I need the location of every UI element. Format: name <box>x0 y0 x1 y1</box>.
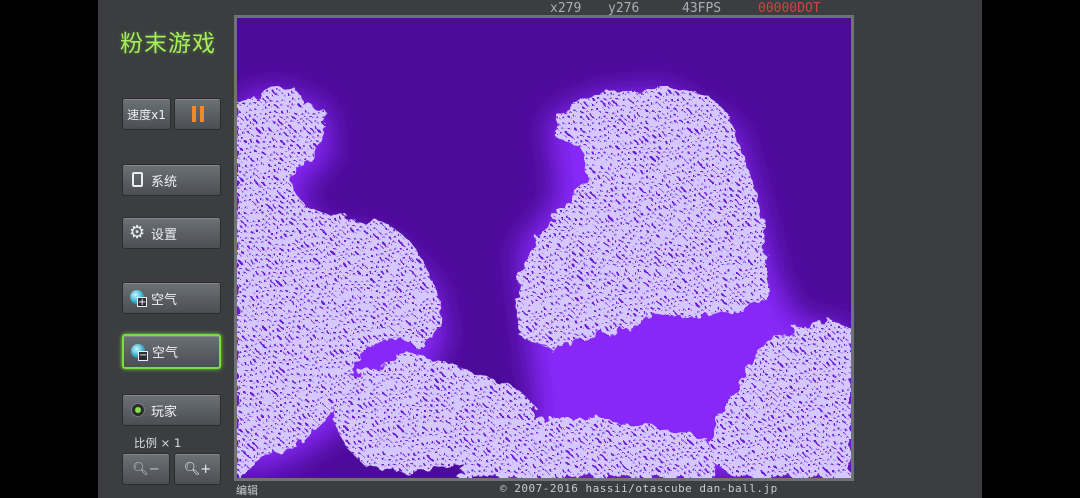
zoom-out-button[interactable]: 🔍︎− <box>122 453 170 485</box>
player-icon <box>129 401 147 419</box>
edit-label[interactable]: 编辑 <box>236 482 258 498</box>
system-button[interactable]: 系统 <box>122 164 221 196</box>
zoom-in-button[interactable]: 🔍︎+ <box>174 453 221 485</box>
zoom-out-icon: 🔍︎− <box>132 461 160 477</box>
air-remove-icon: − <box>130 343 148 361</box>
app-title: 粉末游戏 <box>120 31 216 57</box>
system-label: 系统 <box>151 174 178 190</box>
scale-label: 比例 × 1 <box>134 436 182 450</box>
air-remove-button[interactable]: − 空气 <box>122 334 221 369</box>
air-add-icon: + <box>129 289 147 308</box>
powder-field <box>237 18 851 478</box>
pause-icon <box>190 106 206 122</box>
player-button[interactable]: 玩家 <box>122 394 221 426</box>
game-canvas[interactable] <box>234 15 854 481</box>
copyright-text: © 2007-2016 hassii/otascube dan-ball.jp <box>500 482 778 495</box>
air-add-label: 空气 <box>151 292 178 308</box>
settings-button[interactable]: ⚙ 设置 <box>122 217 221 249</box>
gear-icon: ⚙ <box>129 222 146 243</box>
settings-label: 设置 <box>151 227 178 243</box>
speed-button[interactable]: 速度x1 <box>122 98 171 130</box>
air-add-button[interactable]: + 空气 <box>122 282 221 314</box>
zoom-in-icon: 🔍︎+ <box>183 461 212 477</box>
speed-label: 速度x1 <box>127 107 166 122</box>
air-remove-label: 空气 <box>152 346 179 361</box>
tablet-icon <box>129 171 147 189</box>
pause-button[interactable] <box>174 98 221 130</box>
player-label: 玩家 <box>151 404 178 420</box>
